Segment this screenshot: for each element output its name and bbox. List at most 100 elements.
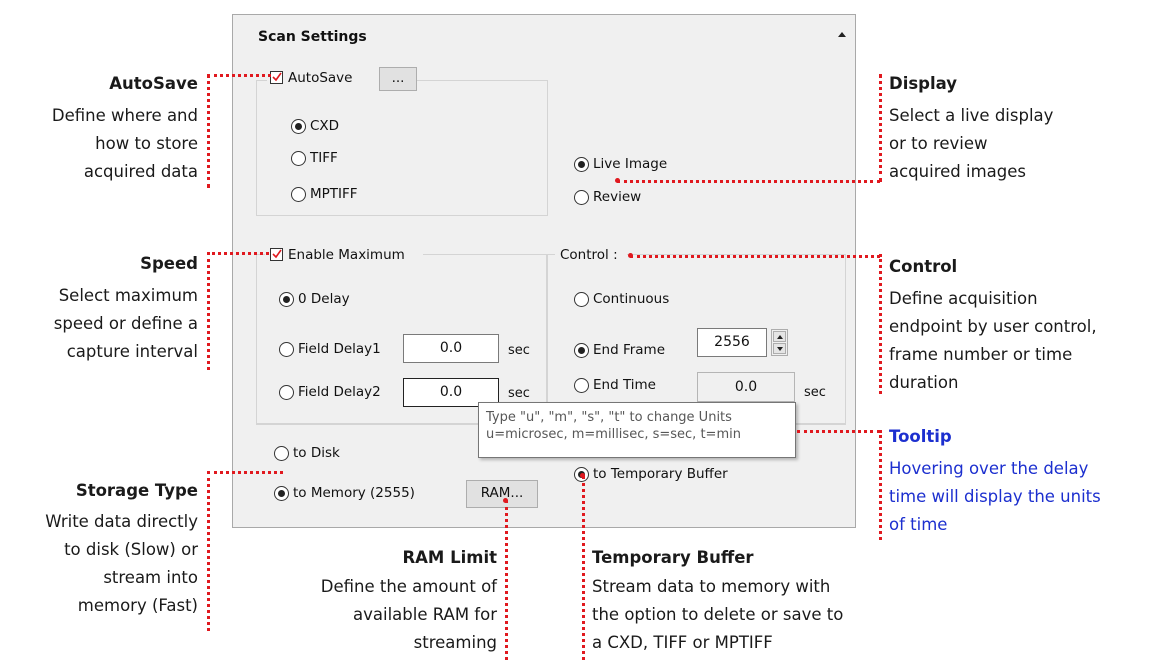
annotation-control-line-4: duration <box>889 373 959 392</box>
annotation-storage-line-1: Write data directly <box>45 512 198 531</box>
radio-to-memory[interactable] <box>274 486 289 501</box>
tooltip-callout-hline <box>797 430 880 433</box>
annotation-autosave-line-2: how to store <box>95 134 198 153</box>
to-disk-label: to Disk <box>293 445 340 461</box>
annotation-tooltip-line-3: of time <box>889 515 948 534</box>
annotation-autosave-title: AutoSave <box>109 74 198 93</box>
radio-0-delay[interactable] <box>279 292 294 307</box>
chevron-up-icon <box>777 335 783 339</box>
control-callout-dot <box>628 253 633 258</box>
field-delay1-label: Field Delay1 <box>298 341 381 357</box>
annotation-tooltip-line-1: Hovering over the delay <box>889 459 1089 478</box>
radio-continuous[interactable] <box>574 292 589 307</box>
format-cxd-label: CXD <box>310 118 340 134</box>
spin-down-button[interactable] <box>773 343 786 354</box>
tooltip-callout-vline <box>879 430 882 540</box>
panel-title: Scan Settings <box>258 29 367 45</box>
storage-callout-vline <box>207 471 210 631</box>
annotation-storage-line-3: stream into <box>103 568 198 587</box>
annotation-control-line-3: frame number or time <box>889 345 1073 364</box>
annotation-control-line-1: Define acquisition <box>889 289 1038 308</box>
display-live-label: Live Image <box>593 156 668 172</box>
annotation-speed-line-3: capture interval <box>66 342 198 361</box>
annotation-buffer-title: Temporary Buffer <box>592 548 754 567</box>
annotation-display-title: Display <box>889 74 958 93</box>
radio-mptiff[interactable] <box>291 187 306 202</box>
annotation-buffer-line-3: a CXD, TIFF or MPTIFF <box>592 633 773 652</box>
annotation-tooltip-title: Tooltip <box>889 427 952 446</box>
continuous-label: Continuous <box>593 291 670 307</box>
annotation-ram-line-3: streaming <box>413 633 497 652</box>
format-tiff-label: TIFF <box>310 150 338 166</box>
units-tooltip: Type "u", "m", "s", "t" to change Units … <box>478 402 796 458</box>
annotation-ram-title: RAM Limit <box>402 548 497 567</box>
radio-end-frame[interactable] <box>574 343 589 358</box>
control-callout-hline <box>630 255 880 258</box>
enable-maximum-label: Enable Maximum <box>288 247 405 263</box>
ram-callout-dot <box>503 498 508 503</box>
display-callout-hline <box>617 180 880 183</box>
tooltip-line-2: u=microsec, m=millisec, s=sec, t=min <box>486 427 741 442</box>
field-delay1-unit: sec <box>508 343 530 358</box>
zero-delay-label: 0 Delay <box>298 291 350 307</box>
end-frame-input[interactable]: 2556 <box>697 328 767 357</box>
annotation-control-line-2: endpoint by user control, <box>889 317 1097 336</box>
radio-tiff[interactable] <box>291 151 306 166</box>
buffer-callout-vline <box>582 476 585 660</box>
enable-maximum-checkbox[interactable] <box>270 248 283 261</box>
annotation-display-line-3: acquired images <box>889 162 1026 181</box>
annotation-buffer-line-2: the option to delete or save to <box>592 605 844 624</box>
radio-to-disk[interactable] <box>274 446 289 461</box>
ram-callout-vline <box>505 500 508 660</box>
end-frame-label: End Frame <box>593 342 666 358</box>
collapse-icon[interactable] <box>838 32 846 37</box>
speed-callout-vline <box>207 252 210 370</box>
annotation-control-title: Control <box>889 257 958 276</box>
chevron-down-icon <box>777 347 783 351</box>
annotation-speed-title: Speed <box>140 254 198 273</box>
annotation-autosave-line-3: acquired data <box>83 162 198 181</box>
radio-field-delay1[interactable] <box>279 342 294 357</box>
display-callout-vline <box>879 74 882 182</box>
to-memory-label: to Memory (2555) <box>293 485 415 501</box>
field-delay2-label: Field Delay2 <box>298 384 381 400</box>
end-time-input[interactable]: 0.0 <box>697 372 795 402</box>
control-label: Control : <box>560 247 618 263</box>
field-delay1-input[interactable]: 0.0 <box>403 334 499 363</box>
autosave-callout-vline <box>207 74 210 188</box>
ram-button[interactable]: RAM... <box>466 480 538 508</box>
buffer-callout-dot <box>580 473 585 478</box>
storage-callout-hline <box>207 471 283 474</box>
radio-live-image[interactable] <box>574 157 589 172</box>
autosave-callout-hline <box>207 74 271 77</box>
end-time-label: End Time <box>593 377 656 393</box>
tooltip-line-1: Type "u", "m", "s", "t" to change Units <box>486 410 732 425</box>
annotation-display-line-1: Select a live display <box>889 106 1054 125</box>
radio-review[interactable] <box>574 190 589 205</box>
spin-up-button[interactable] <box>773 331 786 342</box>
autosave-browse-button[interactable]: ... <box>379 67 417 91</box>
format-mptiff-label: MPTIFF <box>310 186 358 202</box>
annotation-storage-line-2: to disk (Slow) or <box>64 540 198 559</box>
display-review-label: Review <box>593 189 642 205</box>
radio-cxd[interactable] <box>291 119 306 134</box>
radio-end-time[interactable] <box>574 378 589 393</box>
control-group <box>546 254 846 424</box>
autosave-label: AutoSave <box>288 70 353 86</box>
radio-field-delay2[interactable] <box>279 385 294 400</box>
field-delay2-unit: sec <box>508 386 530 401</box>
end-frame-spinner[interactable] <box>771 329 788 356</box>
to-temporary-buffer-label: to Temporary Buffer <box>593 466 728 482</box>
annotation-autosave-line-1: Define where and <box>51 106 198 125</box>
speed-callout-hline <box>207 252 269 255</box>
annotation-storage-line-4: memory (Fast) <box>77 596 198 615</box>
end-time-unit: sec <box>804 385 826 400</box>
annotation-ram-line-2: available RAM for <box>353 605 497 624</box>
annotation-display-line-2: or to review <box>889 134 988 153</box>
annotation-tooltip-line-2: time will display the units <box>889 487 1101 506</box>
annotation-ram-line-1: Define the amount of <box>320 577 497 596</box>
annotation-buffer-line-1: Stream data to memory with <box>592 577 831 596</box>
annotation-storage-title: Storage Type <box>75 481 198 500</box>
autosave-checkbox[interactable] <box>270 71 283 84</box>
display-callout-dot <box>615 178 620 183</box>
